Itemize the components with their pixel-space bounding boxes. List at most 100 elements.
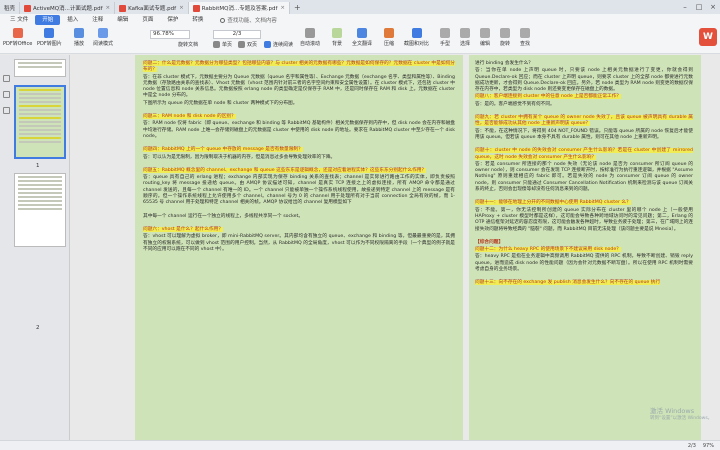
menu-insert[interactable]: 插入 bbox=[60, 14, 85, 26]
tool-label: 连续阅读 bbox=[273, 42, 294, 48]
double-page-button[interactable]: 双页 bbox=[238, 41, 257, 48]
tab-label: 稻壳 bbox=[4, 6, 16, 12]
tool-label: 旋转文档 bbox=[178, 42, 199, 48]
read-mode-button[interactable]: 阅读模式 bbox=[93, 28, 113, 47]
single-page-button[interactable]: 单页 bbox=[213, 41, 232, 48]
status-zoom[interactable]: 97% bbox=[703, 443, 714, 449]
minimize-icon[interactable]: – bbox=[678, 0, 692, 14]
thumbnail-panel: 1 2 bbox=[0, 55, 70, 440]
pdf-to-office-button[interactable]: PDF转Office bbox=[3, 28, 32, 47]
tool-label: 播放 bbox=[74, 41, 85, 47]
paragraph: 答：若是 consumer 所连接的那个 node 失效（无论该 node 是否… bbox=[475, 162, 693, 193]
zoom-field[interactable]: 96.78% bbox=[150, 30, 190, 39]
page-thumbnail-0[interactable] bbox=[14, 59, 66, 77]
paragraph: 问题十三：向不存在的 exchange 发 publish 消息会发生什么？向不… bbox=[475, 280, 693, 286]
question-heading: 问题三：RAM node 和 disk node 的区别？ bbox=[143, 114, 236, 120]
screenshot-compare-button[interactable]: 截图和对比 bbox=[404, 28, 429, 47]
menu-bar: 三 文件 开始 插入 注释 编辑 页面 保护 转换 查找功能、文档内容 bbox=[0, 14, 720, 26]
question-heading: 问题五：RabbitMQ 概念里的 channel、exchange 和 que… bbox=[143, 167, 427, 173]
paragraph: 问题十一：能够在地理上分开的不同数据中心使用 RabbitMQ cluster … bbox=[475, 200, 693, 206]
scissors-icon bbox=[411, 28, 422, 38]
auto-scroll-button[interactable]: 自动滚动 bbox=[300, 28, 320, 47]
menu-page[interactable]: 页面 bbox=[135, 14, 160, 26]
tool-label: 阅读模式 bbox=[93, 41, 114, 47]
document-page-right: 进行 binding 会发生什么？ 答：当你在单 node 上声明 queue 时… bbox=[469, 55, 701, 440]
page-thumbnail-2[interactable] bbox=[14, 173, 66, 247]
menu-annotate[interactable]: 注释 bbox=[85, 14, 110, 26]
menu-edit[interactable]: 编辑 bbox=[110, 14, 135, 26]
answer-text: 答：是的。客户端感觉不到有何不同。 bbox=[475, 101, 555, 107]
tab-rabbitmq[interactable]: RabbitMQ消...专题及答案.pdf × bbox=[188, 2, 291, 14]
tab-kafka[interactable]: Kafka面试专题.pdf × bbox=[115, 2, 189, 14]
function-search[interactable]: 查找功能、文档内容 bbox=[220, 16, 277, 24]
tab-label: Kafka面试专题.pdf bbox=[128, 6, 177, 12]
answer-text: 答：vhost 可以理解为虚拟 broker，即 mini-RabbitMQ s… bbox=[143, 234, 455, 252]
menu-file[interactable]: 三 文件 bbox=[3, 14, 35, 26]
select-tool-button[interactable]: 选择 bbox=[460, 28, 470, 47]
question-heading: 问题六：vhost 是什么？起什么作用？ bbox=[143, 226, 224, 232]
rotate-tool-button[interactable]: 旋转 bbox=[500, 28, 510, 47]
page-input[interactable]: 2/3 bbox=[213, 30, 261, 39]
status-page-indicator: 2/3 bbox=[687, 442, 696, 449]
answer-text: 答：可以认为是无限制，因为限制取决于机器的内存，但是消息过多会导致处理效率的下降… bbox=[143, 154, 336, 160]
question-heading: 问题九：若 cluster 中拥有某个 queue 的 owner node 失… bbox=[475, 115, 693, 127]
compress-icon bbox=[384, 28, 394, 38]
tab-docer[interactable]: 稻壳 bbox=[0, 2, 21, 14]
thumbnail-page-number: 1 bbox=[36, 163, 40, 169]
paragraph: 问题五：RabbitMQ 概念里的 channel、exchange 和 que… bbox=[143, 167, 455, 174]
tab-label: ActiveMQ消...计面试题.pdf bbox=[33, 6, 103, 12]
paragraph: 答：不能，在这种情况下，将得到 404 NOT_FOUND 错误。只能等 que… bbox=[475, 129, 693, 142]
menu-protect[interactable]: 保护 bbox=[160, 14, 185, 26]
page-thumbnail-1[interactable] bbox=[14, 85, 66, 159]
tool-label: 手型 bbox=[440, 41, 451, 47]
document-page-left: 问题二：什么是元数据？元数据分为哪些类型？包括哪些内容？与 cluster 相关… bbox=[135, 55, 463, 440]
answer-text: 答：RAM node 仅将 fabric（即 queue、exchange 和 … bbox=[143, 121, 455, 139]
edit-tool-button[interactable]: 编辑 bbox=[480, 28, 490, 47]
watermark-subtitle: 转到“设置”以激活 Windows。 bbox=[650, 416, 713, 421]
book-icon bbox=[98, 28, 108, 38]
annotation-list-icon[interactable] bbox=[3, 107, 10, 114]
question-heading: 【综合问题】 bbox=[475, 239, 504, 245]
search-icon bbox=[220, 17, 226, 23]
rotate-button[interactable]: 旋转文档 bbox=[178, 41, 198, 48]
new-tab-icon[interactable]: + bbox=[294, 2, 301, 14]
answer-text: 其中每一个 channel 运行在一个独立的线程上，多线程共享同一个 socke… bbox=[143, 213, 304, 219]
paragraph: 【综合问题】 bbox=[475, 240, 693, 246]
paragraph: 答：可以认为是无限制，因为限制取决于机器的内存，但是消息过多会导致处理效率的下降… bbox=[143, 155, 455, 161]
tool-label: 自动滚动 bbox=[300, 41, 321, 47]
background-button[interactable]: 背景 bbox=[332, 28, 342, 47]
tab-activemq[interactable]: ActiveMQ消...计面试题.pdf × bbox=[20, 2, 116, 14]
wps-logo: W bbox=[699, 28, 717, 46]
close-icon[interactable]: × bbox=[179, 5, 184, 11]
thumbnail-view-icon[interactable] bbox=[3, 75, 10, 82]
bookmark-icon[interactable] bbox=[3, 91, 10, 98]
pdf-office-icon bbox=[12, 28, 23, 38]
image-icon bbox=[44, 28, 55, 38]
full-translate-button[interactable]: 全文翻译 bbox=[352, 28, 372, 47]
ribbon-toolbar: PDF转Office PDF转图片 播放 阅读模式 96.78% 旋转文档 2/… bbox=[0, 26, 720, 54]
tab-bar: 稻壳 ActiveMQ消...计面试题.pdf × Kafka面试专题.pdf × … bbox=[0, 0, 720, 14]
close-icon[interactable]: × bbox=[106, 5, 111, 11]
paragraph: 问题三：RAM node 和 disk node 的区别？ bbox=[143, 114, 455, 120]
scroll-icon bbox=[305, 28, 315, 38]
rotate-icon bbox=[500, 28, 510, 38]
tool-label: PDF转Office bbox=[3, 41, 33, 47]
thumbnail-page-number: 2 bbox=[36, 325, 40, 331]
document-viewer[interactable]: 问题二：什么是元数据？元数据分为哪些类型？包括哪些内容？与 cluster 相关… bbox=[71, 55, 720, 440]
close-icon[interactable]: × bbox=[280, 5, 285, 11]
hand-tool-button[interactable]: 手型 bbox=[440, 28, 450, 47]
find-tool-button[interactable]: 查找 bbox=[520, 28, 530, 47]
close-window-icon[interactable]: × bbox=[706, 0, 720, 14]
question-heading: 问题十：cluster 中 node 的失效会对 consumer 产生什么影响… bbox=[475, 148, 693, 160]
continuous-button[interactable]: 连续阅读 bbox=[264, 41, 293, 48]
pdf-to-image-button[interactable]: PDF转图片 bbox=[37, 28, 62, 47]
menu-convert[interactable]: 转换 bbox=[185, 14, 210, 26]
answer-text: 下图所示为 queue 的元数据在单 node 和 cluster 两种模式下的… bbox=[143, 100, 298, 106]
menu-home[interactable]: 开始 bbox=[35, 15, 61, 25]
play-button[interactable]: 播放 bbox=[74, 28, 84, 47]
compress-button[interactable]: 压缩 bbox=[384, 28, 394, 47]
paragraph: 问题二：什么是元数据？元数据分为哪些类型？包括哪些内容？与 cluster 相关… bbox=[143, 61, 455, 74]
question-heading: 问题二：什么是元数据？元数据分为哪些类型？包括哪些内容？与 cluster 相关… bbox=[143, 61, 455, 73]
maximize-icon[interactable]: □ bbox=[692, 0, 706, 14]
pdf-icon bbox=[192, 4, 200, 12]
